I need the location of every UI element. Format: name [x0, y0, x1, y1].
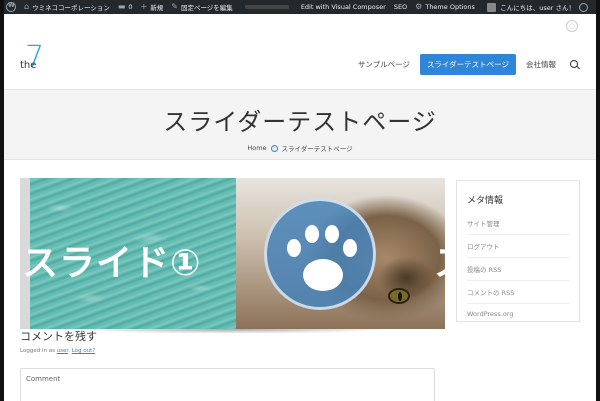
home-icon: ⌂: [24, 2, 30, 11]
cat-eye: [388, 288, 410, 304]
admin-bar-site[interactable]: ⌂ ウミネココーポレーション: [20, 0, 114, 14]
nav-item-company[interactable]: 会社情報: [520, 54, 562, 75]
admin-search-icon[interactable]: [579, 2, 588, 12]
user-link[interactable]: user: [57, 348, 69, 354]
page-title: スライダーテストページ: [163, 108, 437, 136]
theme-options-label: Theme Options: [425, 3, 475, 11]
widget-title: メタ情報: [467, 196, 504, 206]
admin-bar-edit-page[interactable]: ✎ 固定ページを編集: [167, 0, 237, 14]
next-slide-caption: ス: [434, 234, 445, 286]
seo-label: SEO: [393, 3, 408, 11]
greeting-label: こんにちは、user さん！: [500, 4, 575, 12]
breadcrumb: Home › スライダーテストページ: [4, 143, 596, 153]
wp-admin-bar: ⌂ ウミネココーポレーション ▬ 0 + 新規 ✎ 固定ページを編集 Edit …: [4, 0, 596, 14]
widget-item-logout[interactable]: ログアウト: [467, 235, 569, 258]
admin-bar-theme-options[interactable]: ⚙ Theme Options: [411, 0, 479, 14]
avatar[interactable]: [487, 2, 497, 12]
comment-textarea[interactable]: Comment: [20, 368, 435, 401]
image-slider[interactable]: スライド① ス: [20, 178, 445, 329]
comment-placeholder: Comment: [26, 375, 61, 383]
breadcrumb-home[interactable]: Home: [247, 144, 266, 152]
admin-bar-seo[interactable]: SEO: [390, 0, 411, 14]
meta-widget: メタ情報 サイト管理 ログアウト 投稿の RSS コメントの RSS WordP…: [456, 180, 580, 322]
page-title-bar: スライダーテストページ Home › スライダーテストページ: [4, 90, 596, 160]
widget-item-posts-rss[interactable]: 投稿の RSS: [467, 258, 569, 281]
comments-count: 0: [128, 3, 133, 11]
breadcrumb-current: スライダーテストページ: [281, 145, 353, 153]
logout-link[interactable]: Log out?: [72, 348, 96, 354]
widget-item-comments-rss[interactable]: コメントの RSS: [467, 281, 569, 304]
paw-icon: [264, 198, 376, 310]
admin-bar-new[interactable]: + 新規: [137, 0, 168, 14]
slide-caption: スライド①: [22, 243, 202, 284]
edit-page-label: 固定ページを編集: [180, 4, 233, 12]
site-header: ◌ 7 the サンプルページ スライダーテストページ 会社情報: [4, 14, 596, 90]
admin-bar-placeholder: [244, 5, 289, 9]
breadcrumb-separator-icon: ›: [270, 144, 278, 152]
search-icon[interactable]: [570, 59, 580, 70]
gear-icon: ⚙: [415, 2, 423, 11]
comment-heading: コメントを残す: [20, 330, 97, 343]
nav-item-slider-test[interactable]: スライダーテストページ: [419, 54, 516, 75]
logged-in-prefix: Logged in as: [20, 348, 55, 354]
admin-bar-visual-composer[interactable]: Edit with Visual Composer: [297, 0, 390, 14]
top-right-icon[interactable]: ◌: [566, 20, 578, 32]
main-nav: サンプルページ スライダーテストページ 会社情報: [348, 54, 580, 75]
browser-viewport: ⌂ ウミネココーポレーション ▬ 0 + 新規 ✎ 固定ページを編集 Edit …: [4, 0, 596, 401]
pencil-icon: ✎: [171, 2, 178, 11]
widget-item-wordpress-org[interactable]: WordPress.org: [467, 304, 569, 324]
admin-bar-comments[interactable]: ▬ 0: [114, 0, 137, 14]
nav-item-sample[interactable]: サンプルページ: [352, 54, 416, 75]
visual-composer-label: Edit with Visual Composer: [300, 3, 386, 11]
site-name: ウミネココーポレーション: [32, 4, 110, 12]
comment-icon: ▬: [117, 2, 126, 11]
plus-icon: +: [140, 2, 148, 11]
logged-in-line: Logged in as user. Log out?: [20, 348, 96, 354]
widget-item-site-admin[interactable]: サイト管理: [467, 212, 569, 235]
logo-text: the: [20, 60, 37, 71]
admin-bar-account[interactable]: こんにちは、user さん！: [500, 0, 575, 14]
wordpress-logo-icon[interactable]: [6, 2, 16, 12]
site-logo[interactable]: 7 the: [20, 40, 46, 78]
new-label: 新規: [150, 4, 164, 12]
